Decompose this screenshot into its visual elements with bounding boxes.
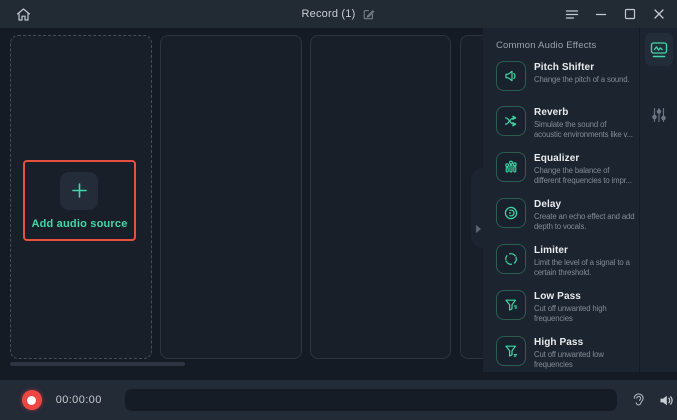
- add-audio-source-label: Add audio source: [31, 218, 127, 230]
- effect-description: Cut off unwanted high frequencies: [534, 304, 639, 324]
- effect-description: Cut off unwanted low frequencies: [534, 350, 639, 370]
- effect-text: Equalizer Change the balance of differen…: [534, 152, 639, 186]
- effect-name: Delay: [534, 199, 639, 210]
- menu-icon[interactable]: [562, 4, 582, 24]
- effects-list: Pitch Shifter Change the pitch of a soun…: [483, 61, 639, 370]
- volume-button[interactable]: [655, 389, 677, 411]
- sliders-icon: [650, 106, 668, 124]
- effect-name: Equalizer: [534, 153, 639, 164]
- effect-name: Low Pass: [534, 291, 639, 302]
- minimize-icon[interactable]: [591, 4, 611, 24]
- track-lane-2: [160, 35, 302, 359]
- horizontal-scrollbar[interactable]: [10, 362, 185, 366]
- effect-item-limiter[interactable]: Limiter Limit the level of a signal to a…: [496, 244, 639, 278]
- effect-text: Pitch Shifter Change the pitch of a soun…: [534, 61, 639, 85]
- ear-icon: [631, 392, 646, 408]
- tab-audio-effects[interactable]: [645, 33, 673, 66]
- effect-description: Change the balance of different frequenc…: [534, 166, 639, 186]
- effect-item-reverb[interactable]: Reverb Simulate the sound of acoustic en…: [496, 106, 639, 140]
- effect-description: Change the pitch of a sound.: [534, 75, 639, 85]
- effect-name: High Pass: [534, 337, 639, 348]
- add-audio-source-button[interactable]: Add audio source: [31, 172, 127, 230]
- effect-name: Reverb: [534, 107, 639, 118]
- common-audio-effects-panel: Common Audio Effects Pitch Shifter Chang…: [483, 28, 640, 372]
- project-title: Record (1): [302, 8, 356, 20]
- effect-item-high-pass[interactable]: High Pass Cut off unwanted low frequenci…: [496, 336, 639, 370]
- audio-level-meter: [125, 389, 617, 411]
- effect-item-low-pass[interactable]: Low Pass Cut off unwanted high frequenci…: [496, 290, 639, 324]
- effect-name: Pitch Shifter: [534, 62, 639, 73]
- effect-description: Limit the level of a signal to a certain…: [534, 258, 639, 278]
- effect-text: Low Pass Cut off unwanted high frequenci…: [534, 290, 639, 324]
- audio-effects-panel-icon: [649, 40, 669, 60]
- speaker-icon: [658, 393, 674, 408]
- record-timer: 00:00:00: [56, 394, 102, 406]
- effects-panel-title: Common Audio Effects: [496, 40, 639, 51]
- record-controls-bar: 00:00:00: [0, 380, 677, 420]
- effect-text: Limiter Limit the level of a signal to a…: [534, 244, 639, 278]
- dashed-circle-icon: [496, 244, 526, 274]
- track-lane-3: [310, 35, 451, 359]
- effect-description: Create an echo effect and add depth to v…: [534, 212, 639, 232]
- window-controls: [562, 0, 669, 28]
- effect-text: High Pass Cut off unwanted low frequenci…: [534, 336, 639, 370]
- funnel-icon: [496, 290, 526, 320]
- effect-description: Simulate the sound of acoustic environme…: [534, 120, 639, 140]
- effect-name: Limiter: [534, 245, 639, 256]
- speaker-wave-icon: [496, 61, 526, 91]
- close-icon[interactable]: [649, 4, 669, 24]
- recorder-window: Record (1): [0, 0, 677, 420]
- maximize-icon[interactable]: [620, 4, 640, 24]
- funnel-icon: [496, 336, 526, 366]
- effect-item-delay[interactable]: Delay Create an echo effect and add dept…: [496, 198, 639, 232]
- effect-text: Delay Create an echo effect and add dept…: [534, 198, 639, 232]
- highlight-box: Add audio source: [23, 160, 136, 241]
- effect-item-pitch-shifter[interactable]: Pitch Shifter Change the pitch of a soun…: [496, 61, 639, 94]
- record-button[interactable]: [22, 390, 42, 410]
- concentric-circles-icon: [496, 198, 526, 228]
- effect-text: Reverb Simulate the sound of acoustic en…: [534, 106, 639, 140]
- titlebar: Record (1): [0, 0, 677, 28]
- rename-icon[interactable]: [362, 8, 375, 21]
- equalizer-bars-icon: [496, 152, 526, 182]
- tab-mixer[interactable]: [645, 98, 673, 131]
- effects-sidebar: Common Audio Effects Pitch Shifter Chang…: [483, 28, 677, 372]
- effect-item-equalizer[interactable]: Equalizer Change the balance of differen…: [496, 152, 639, 186]
- home-button[interactable]: [12, 3, 34, 25]
- right-tool-strip: [641, 28, 677, 372]
- record-icon: [27, 396, 36, 405]
- shuffle-arrows-icon: [496, 106, 526, 136]
- home-icon: [15, 6, 32, 23]
- monitor-button[interactable]: [628, 389, 650, 411]
- plus-icon: [60, 172, 98, 210]
